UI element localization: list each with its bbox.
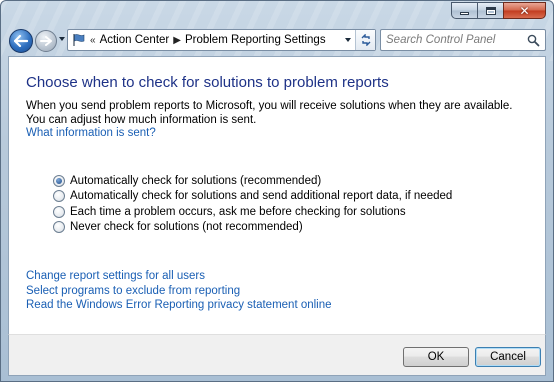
close-button[interactable]: ✕ (503, 2, 546, 19)
option-label[interactable]: Each time a problem occurs, ask me befor… (70, 206, 406, 218)
forward-button[interactable] (35, 30, 57, 52)
exclude-programs-link[interactable]: Select programs to exclude from reportin… (26, 284, 332, 299)
radio-selected-dot (56, 177, 62, 184)
breadcrumb-problem-reporting-settings[interactable]: Problem Reporting Settings (185, 34, 326, 46)
forward-arrow-icon (40, 36, 52, 46)
privacy-statement-link[interactable]: Read the Windows Error Reporting privacy… (26, 298, 332, 313)
option-ask-each-time[interactable]: Each time a problem occurs, ask me befor… (53, 204, 452, 220)
search-icon[interactable] (527, 34, 540, 47)
solution-options-group: Automatically check for solutions (recom… (53, 173, 452, 235)
address-bar[interactable]: « Action Center ▶ Problem Reporting Sett… (67, 29, 376, 51)
radio-button[interactable] (53, 174, 65, 187)
radio-button[interactable] (53, 205, 65, 218)
search-input[interactable] (386, 34, 526, 46)
breadcrumb-action-center[interactable]: Action Center (100, 34, 170, 46)
option-label[interactable]: Automatically check for solutions (recom… (70, 175, 321, 187)
option-never-check[interactable]: Never check for solutions (not recommend… (53, 220, 452, 236)
back-arrow-icon (14, 35, 28, 47)
option-label[interactable]: Never check for solutions (not recommend… (70, 221, 303, 233)
option-auto-check-send-data[interactable]: Automatically check for solutions and se… (53, 189, 452, 205)
minimize-icon (460, 12, 469, 15)
related-links: Change report settings for all users Sel… (26, 269, 332, 313)
button-bar: OK Cancel (8, 334, 546, 376)
description-text: When you send problem reports to Microso… (26, 100, 513, 126)
cancel-button[interactable]: Cancel (475, 347, 541, 367)
close-icon: ✕ (519, 3, 530, 18)
refresh-icon (361, 34, 370, 46)
minimize-button[interactable] (451, 2, 477, 19)
window-frame: ✕ « Action Center ▶ Problem Reporting Se… (0, 0, 554, 382)
search-box[interactable] (380, 29, 546, 51)
option-auto-check[interactable]: Automatically check for solutions (recom… (53, 173, 452, 189)
address-dropdown-icon[interactable] (345, 38, 351, 42)
breadcrumb-separator[interactable]: ▶ (173, 35, 181, 46)
radio-button[interactable] (53, 221, 65, 234)
radio-button[interactable] (53, 190, 65, 203)
refresh-button[interactable] (355, 30, 375, 50)
ok-button[interactable]: OK (403, 347, 469, 367)
change-settings-all-users-link[interactable]: Change report settings for all users (26, 269, 332, 284)
caption-buttons: ✕ (451, 2, 546, 19)
option-label[interactable]: Automatically check for solutions and se… (70, 190, 452, 202)
content-pane: Choose when to check for solutions to pr… (8, 56, 546, 334)
maximize-button[interactable] (477, 2, 503, 19)
page-title: Choose when to check for solutions to pr… (26, 74, 389, 91)
breadcrumb-chevron[interactable]: « (90, 35, 96, 46)
action-center-flag-icon (73, 34, 85, 46)
maximize-icon (485, 6, 496, 15)
recent-pages-dropdown[interactable] (59, 37, 65, 41)
back-button[interactable] (9, 29, 33, 53)
what-information-link[interactable]: What information is sent? (26, 127, 156, 139)
